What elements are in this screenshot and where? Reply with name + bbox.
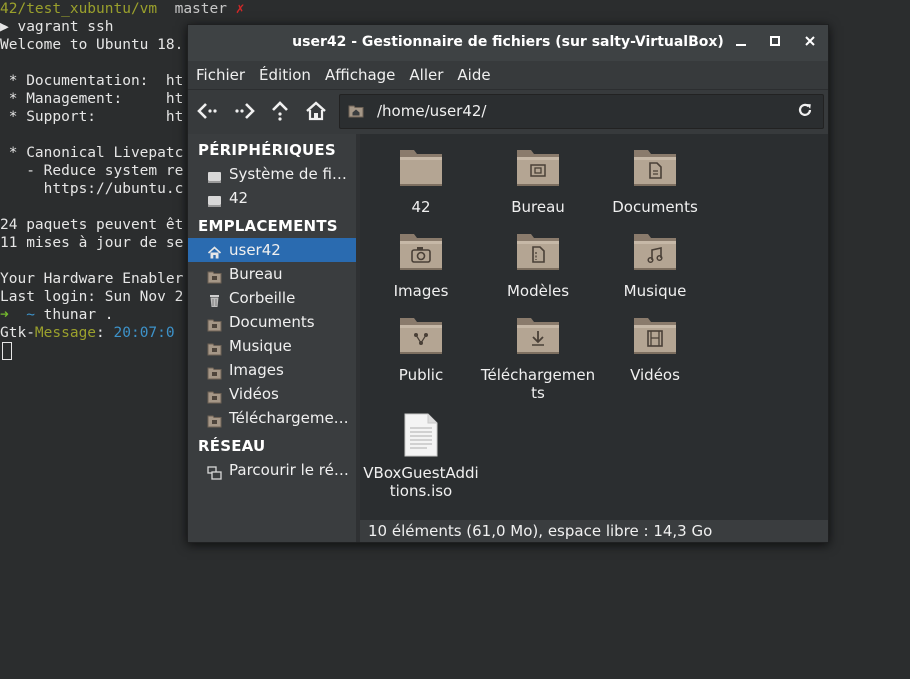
minimize-icon bbox=[736, 44, 746, 46]
folder-item[interactable]: Vidéos bbox=[596, 314, 714, 384]
folder-item[interactable]: Images bbox=[362, 230, 480, 300]
sidebar-section-title: EMPLACEMENTS bbox=[198, 217, 338, 235]
sidebar-item-label: Téléchargeme… bbox=[229, 409, 349, 427]
file-label: Images bbox=[393, 282, 449, 300]
folder-share-icon bbox=[362, 314, 480, 360]
sidebar-item-label: Images bbox=[229, 361, 284, 379]
sidebar-section-title: PÉRIPHÉRIQUES bbox=[198, 141, 336, 159]
terminal-cursor bbox=[2, 342, 12, 360]
network-icon bbox=[207, 463, 222, 480]
file-label: Téléchargements bbox=[480, 366, 596, 402]
folder-icon bbox=[207, 315, 222, 332]
folder-music-icon bbox=[596, 230, 714, 276]
status-bar: 10 éléments (61,0 Mo), espace libre : 14… bbox=[360, 520, 828, 542]
folder-desktop-icon bbox=[479, 146, 597, 192]
folder-item[interactable]: 42 bbox=[362, 146, 480, 216]
file-label: 42 bbox=[411, 198, 431, 216]
sidebar-item-label: Vidéos bbox=[229, 385, 279, 403]
drive-icon bbox=[207, 167, 222, 183]
sidebar-item[interactable]: Documents bbox=[188, 310, 356, 334]
file-label: Bureau bbox=[511, 198, 565, 216]
folder-camera-icon bbox=[362, 230, 480, 276]
sidebar-item-label: Musique bbox=[229, 337, 292, 355]
file-view[interactable]: 42 Bureau Documents Images Modèles Musique Pub… bbox=[360, 134, 828, 520]
sidebar-item-label: Système de fi… bbox=[229, 165, 347, 183]
sidebar-item-label: Documents bbox=[229, 313, 315, 331]
folder-item[interactable]: Téléchargements bbox=[479, 314, 597, 402]
sidebar-item-label: Bureau bbox=[229, 265, 283, 283]
file-label: Musique bbox=[623, 282, 687, 300]
file-label: VBoxGuestAdditions.iso bbox=[363, 464, 479, 500]
folder-item[interactable]: Documents bbox=[596, 146, 714, 216]
minimize-button[interactable] bbox=[731, 33, 751, 53]
folder-download-icon bbox=[479, 314, 597, 360]
sidebar-item[interactable]: Téléchargeme… bbox=[188, 406, 356, 430]
file-label: Vidéos bbox=[630, 366, 680, 384]
sidebar-item-label: 42 bbox=[229, 189, 249, 207]
home-icon bbox=[306, 101, 326, 121]
file-label: Modèles bbox=[506, 282, 570, 300]
folder-template-icon bbox=[479, 230, 597, 276]
location-path[interactable]: /home/user42/ bbox=[377, 102, 487, 120]
sidebar-item-label: user42 bbox=[229, 241, 281, 259]
sidebar-item[interactable]: Corbeille bbox=[188, 286, 356, 310]
sidebar-item[interactable]: 42 bbox=[188, 186, 356, 210]
file-label: Public bbox=[398, 366, 444, 384]
home-button[interactable] bbox=[304, 100, 330, 124]
up-button[interactable] bbox=[268, 100, 294, 124]
close-button[interactable] bbox=[800, 33, 820, 53]
folder-item[interactable]: Musique bbox=[596, 230, 714, 300]
trash-icon bbox=[207, 291, 222, 307]
folder-film-icon bbox=[596, 314, 714, 360]
folder-icon bbox=[207, 387, 222, 404]
maximize-icon bbox=[770, 36, 780, 46]
folder-icon bbox=[207, 267, 222, 284]
menu-aller[interactable]: Aller bbox=[402, 61, 450, 89]
folder-item[interactable]: Bureau bbox=[479, 146, 597, 216]
forward-button[interactable] bbox=[232, 100, 258, 124]
folder-document-icon bbox=[596, 146, 714, 192]
sidebar-item-label: Parcourir le ré… bbox=[229, 461, 349, 479]
file-label: Documents bbox=[612, 198, 698, 216]
sidebar-item[interactable]: Système de fi… bbox=[188, 162, 356, 186]
sidebar: PÉRIPHÉRIQUES Système de fi… 42 EMPLACEMENT… bbox=[188, 134, 356, 542]
menu-edition[interactable]: Édition bbox=[252, 61, 318, 89]
folder-icon bbox=[207, 339, 222, 356]
sidebar-item[interactable]: Vidéos bbox=[188, 382, 356, 406]
drive-icon bbox=[207, 191, 222, 207]
reload-icon bbox=[798, 103, 812, 116]
file-manager-window: user42 - Gestionnaire de fichiers (sur s… bbox=[187, 24, 829, 543]
folder-item[interactable]: Modèles bbox=[479, 230, 597, 300]
back-button[interactable] bbox=[196, 100, 222, 124]
toolbar: /home/user42/ bbox=[188, 90, 828, 134]
back-icon bbox=[197, 103, 217, 119]
menu-affichage[interactable]: Affichage bbox=[318, 61, 402, 89]
forward-icon bbox=[235, 103, 255, 119]
location-bar[interactable]: /home/user42/ bbox=[339, 94, 824, 129]
folder-icon bbox=[362, 146, 480, 192]
maximize-button[interactable] bbox=[765, 33, 785, 53]
terminal-line: 42/test_xubuntu/vm master ✗ bbox=[0, 1, 245, 17]
sidebar-item[interactable]: Bureau bbox=[188, 262, 356, 286]
sidebar-section-title: RÉSEAU bbox=[198, 437, 266, 455]
folder-icon bbox=[207, 363, 222, 380]
file-item[interactable]: VBoxGuestAdditions.iso bbox=[362, 412, 480, 500]
iso-file-icon bbox=[362, 412, 480, 458]
folder-home-icon bbox=[348, 105, 364, 118]
close-icon bbox=[805, 36, 815, 46]
menu-aide[interactable]: Aide bbox=[450, 61, 497, 89]
folder-icon bbox=[207, 411, 222, 428]
sidebar-item[interactable]: Parcourir le ré… bbox=[188, 458, 356, 482]
title-bar[interactable]: user42 - Gestionnaire de fichiers (sur s… bbox=[188, 25, 828, 61]
up-arrow-icon bbox=[272, 101, 288, 121]
folder-item[interactable]: Public bbox=[362, 314, 480, 384]
sidebar-item[interactable]: user42 bbox=[188, 238, 356, 262]
menu-bar: Fichier Édition Affichage Aller Aide bbox=[188, 61, 828, 90]
sidebar-item[interactable]: Musique bbox=[188, 334, 356, 358]
menu-fichier[interactable]: Fichier bbox=[188, 61, 252, 89]
home-icon bbox=[207, 243, 222, 259]
sidebar-item-label: Corbeille bbox=[229, 289, 296, 307]
sidebar-item[interactable]: Images bbox=[188, 358, 356, 382]
